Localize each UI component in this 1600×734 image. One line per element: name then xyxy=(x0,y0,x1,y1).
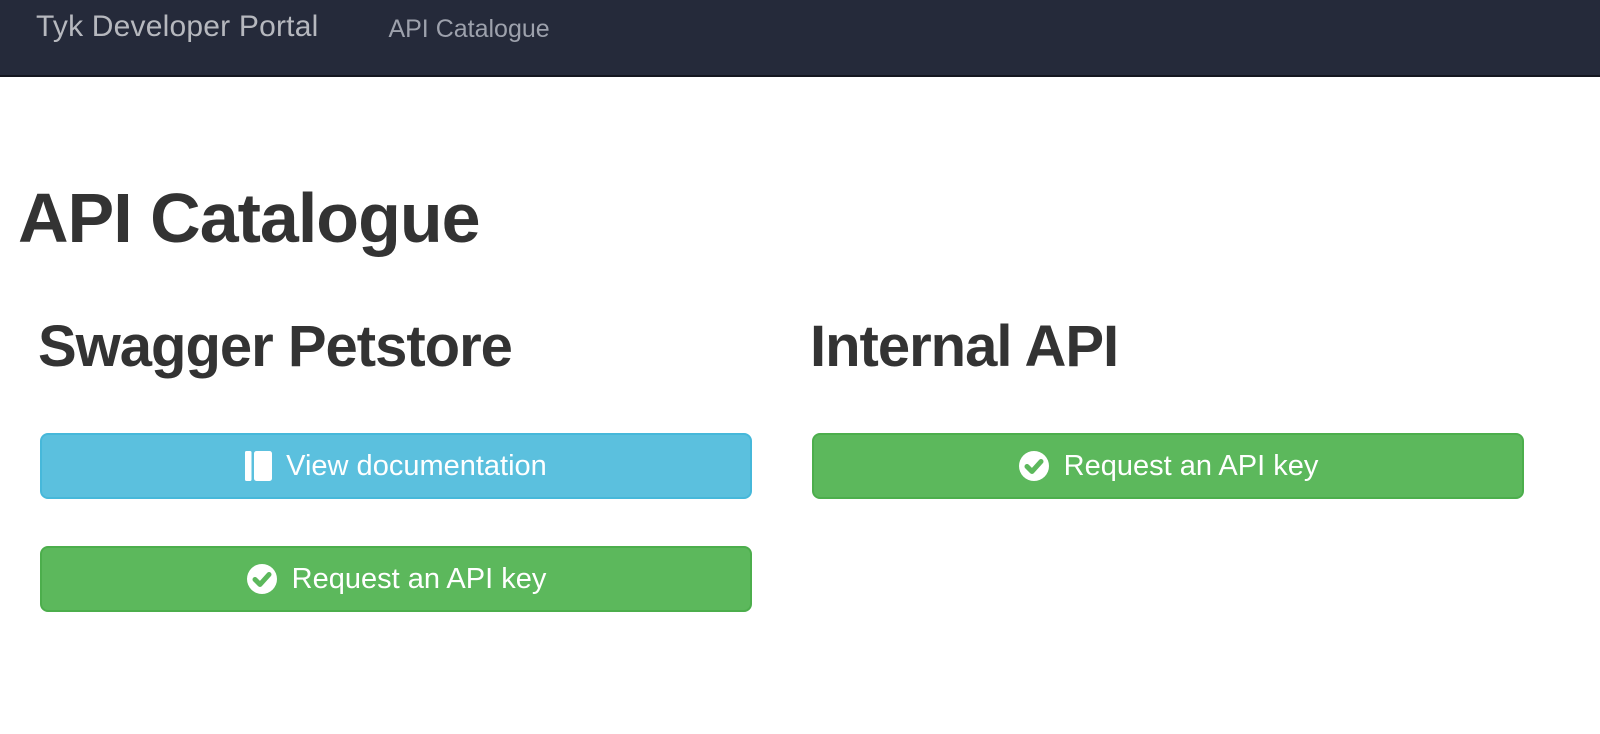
api-name: Internal API xyxy=(810,318,1118,376)
navbar-brand[interactable]: Tyk Developer Portal xyxy=(36,9,318,45)
main-content: API Catalogue Swagger Petstore View docu… xyxy=(0,77,1600,732)
button-label: View documentation xyxy=(286,450,547,483)
top-navbar: Tyk Developer Portal API Catalogue xyxy=(0,0,1600,77)
view-documentation-button[interactable]: View documentation xyxy=(40,433,752,499)
check-circle-icon xyxy=(246,563,278,595)
button-label: Request an API key xyxy=(1064,450,1319,483)
nav-item-api-catalogue[interactable]: API Catalogue xyxy=(388,14,549,44)
button-label: Request an API key xyxy=(292,563,547,596)
check-circle-icon xyxy=(1018,450,1050,482)
page-title: API Catalogue xyxy=(18,183,480,253)
request-api-key-button[interactable]: Request an API key xyxy=(40,546,752,612)
book-icon xyxy=(245,450,272,482)
request-api-key-button[interactable]: Request an API key xyxy=(812,433,1524,499)
api-name: Swagger Petstore xyxy=(38,318,512,376)
